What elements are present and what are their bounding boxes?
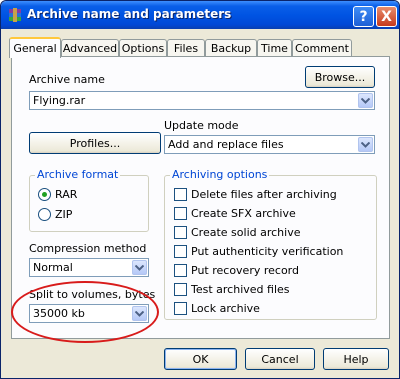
check-delete-files-box[interactable]	[174, 188, 187, 201]
tab-comment[interactable]: Comment	[292, 39, 352, 57]
check-delete-files-label: Delete files after archiving	[191, 188, 337, 201]
compression-method-value: Normal	[33, 261, 73, 274]
check-create-sfx-box[interactable]	[174, 207, 187, 220]
general-panel: Archive name Browse... Flying.rar Profil…	[11, 56, 390, 339]
title-bar[interactable]: Archive name and parameters ? X	[1, 1, 399, 29]
tab-advanced[interactable]: Advanced	[61, 39, 119, 57]
radio-rar-indicator[interactable]	[38, 188, 51, 201]
tab-files[interactable]: Files	[167, 39, 205, 57]
archive-name-combo[interactable]: Flying.rar	[29, 91, 375, 110]
check-recovery-record-box[interactable]	[174, 264, 187, 277]
check-create-sfx-label: Create SFX archive	[191, 207, 296, 220]
check-create-solid[interactable]: Create solid archive	[174, 225, 300, 240]
radio-zip-label: ZIP	[55, 208, 73, 221]
chevron-down-icon[interactable]	[132, 260, 147, 275]
check-delete-files[interactable]: Delete files after archiving	[174, 187, 337, 202]
check-create-sfx[interactable]: Create SFX archive	[174, 206, 296, 221]
check-create-solid-box[interactable]	[174, 226, 187, 239]
check-test-files-label: Test archived files	[191, 283, 290, 296]
archive-format-title: Archive format	[35, 168, 121, 181]
check-recovery-record[interactable]: Put recovery record	[174, 263, 299, 278]
radio-zip-indicator[interactable]	[38, 208, 51, 221]
check-test-files[interactable]: Test archived files	[174, 282, 290, 297]
title-close-button[interactable]: X	[376, 6, 397, 27]
chevron-down-icon[interactable]	[358, 137, 373, 152]
split-volumes-label: Split to volumes, bytes	[29, 288, 156, 301]
check-lock-archive-box[interactable]	[174, 302, 187, 315]
window-title: Archive name and parameters	[27, 7, 232, 21]
compression-method-combo[interactable]: Normal	[29, 258, 149, 277]
archive-name-label: Archive name	[29, 73, 105, 86]
radio-rar-label: RAR	[55, 188, 78, 201]
radio-rar[interactable]: RAR	[38, 187, 77, 202]
check-test-files-box[interactable]	[174, 283, 187, 296]
check-authenticity[interactable]: Put authenticity verification	[174, 244, 343, 259]
question-icon: ?	[359, 8, 368, 25]
browse-button[interactable]: Browse...	[305, 66, 375, 88]
archive-format-group	[29, 175, 149, 232]
chevron-down-icon[interactable]	[132, 306, 147, 321]
check-lock-archive-label: Lock archive	[191, 302, 260, 315]
archive-name-value: Flying.rar	[33, 94, 86, 107]
tab-backup[interactable]: Backup	[205, 39, 257, 57]
archive-dialog: Archive name and parameters ? X General …	[0, 0, 400, 379]
update-mode-combo[interactable]: Add and replace files	[164, 135, 375, 154]
title-help-button[interactable]: ?	[353, 6, 374, 27]
update-mode-value: Add and replace files	[168, 138, 284, 151]
tab-general[interactable]: General	[9, 37, 61, 58]
close-icon: X	[381, 8, 392, 25]
split-volumes-combo[interactable]: 35000 kb	[29, 304, 149, 323]
help-button[interactable]: Help	[323, 348, 389, 370]
check-lock-archive[interactable]: Lock archive	[174, 301, 260, 316]
update-mode-label: Update mode	[164, 119, 239, 132]
check-authenticity-label: Put authenticity verification	[191, 245, 344, 258]
archiving-options-title: Archiving options	[170, 168, 270, 181]
split-volumes-value: 35000 kb	[33, 307, 85, 320]
chevron-down-icon[interactable]	[358, 93, 373, 108]
check-create-solid-label: Create solid archive	[191, 226, 301, 239]
winrar-app-icon	[9, 8, 21, 22]
tab-options[interactable]: Options	[119, 39, 167, 57]
tab-time[interactable]: Time	[257, 39, 292, 57]
cancel-button[interactable]: Cancel	[245, 348, 315, 370]
radio-zip[interactable]: ZIP	[38, 207, 72, 222]
ok-button[interactable]: OK	[164, 348, 237, 370]
check-authenticity-box[interactable]	[174, 245, 187, 258]
check-recovery-record-label: Put recovery record	[191, 264, 299, 277]
profiles-button[interactable]: Profiles...	[29, 132, 161, 154]
compression-method-label: Compression method	[29, 242, 147, 255]
